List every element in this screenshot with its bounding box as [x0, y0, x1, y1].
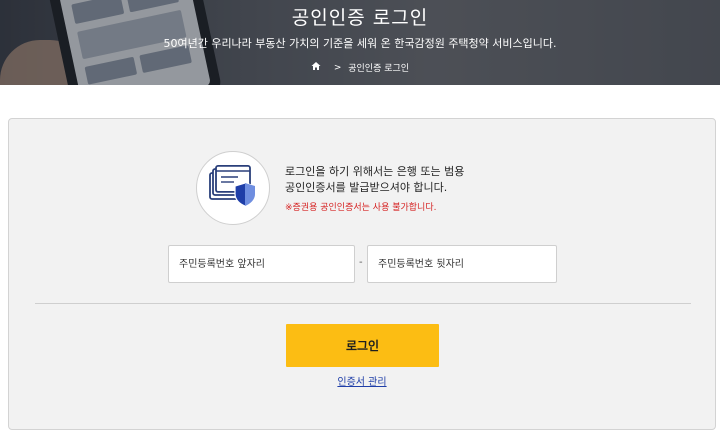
page-title: 공인인증 로그인	[291, 7, 429, 29]
resident-number-separator: -	[359, 257, 363, 268]
resident-number-front-input[interactable]	[168, 245, 355, 283]
home-icon[interactable]	[311, 61, 327, 74]
login-button[interactable]: 로그인	[286, 324, 439, 367]
certificate-management-link[interactable]: 인증서 관리	[9, 373, 715, 388]
breadcrumb: > 공인인증 로그인	[0, 61, 720, 74]
login-panel: 로그인을 하기 위해서는 은행 또는 범용 공인인증서를 발급받으셔야 합니다.…	[8, 118, 716, 430]
resident-number-back-input[interactable]	[367, 245, 557, 283]
hero-banner: 공인인증 로그인 50여년간 우리나라 부동산 가치의 기준을 세워 온 한국감…	[0, 0, 720, 85]
login-info-line2: 공인인증서를 발급받으셔야 합니다.	[285, 181, 448, 194]
breadcrumb-current: 공인인증 로그인	[348, 64, 410, 74]
breadcrumb-separator: >	[333, 62, 342, 73]
login-info-line1: 로그인을 하기 위해서는 은행 또는 범용	[285, 165, 465, 178]
divider	[35, 303, 691, 304]
securities-cert-warning: ※증권용 공인인증서는 사용 불가합니다.	[285, 203, 437, 213]
certificate-icon-circle	[196, 151, 270, 225]
page-subtitle: 50여년간 우리나라 부동산 가치의 기준을 세워 온 한국감정원 주택청약 서…	[163, 37, 557, 50]
